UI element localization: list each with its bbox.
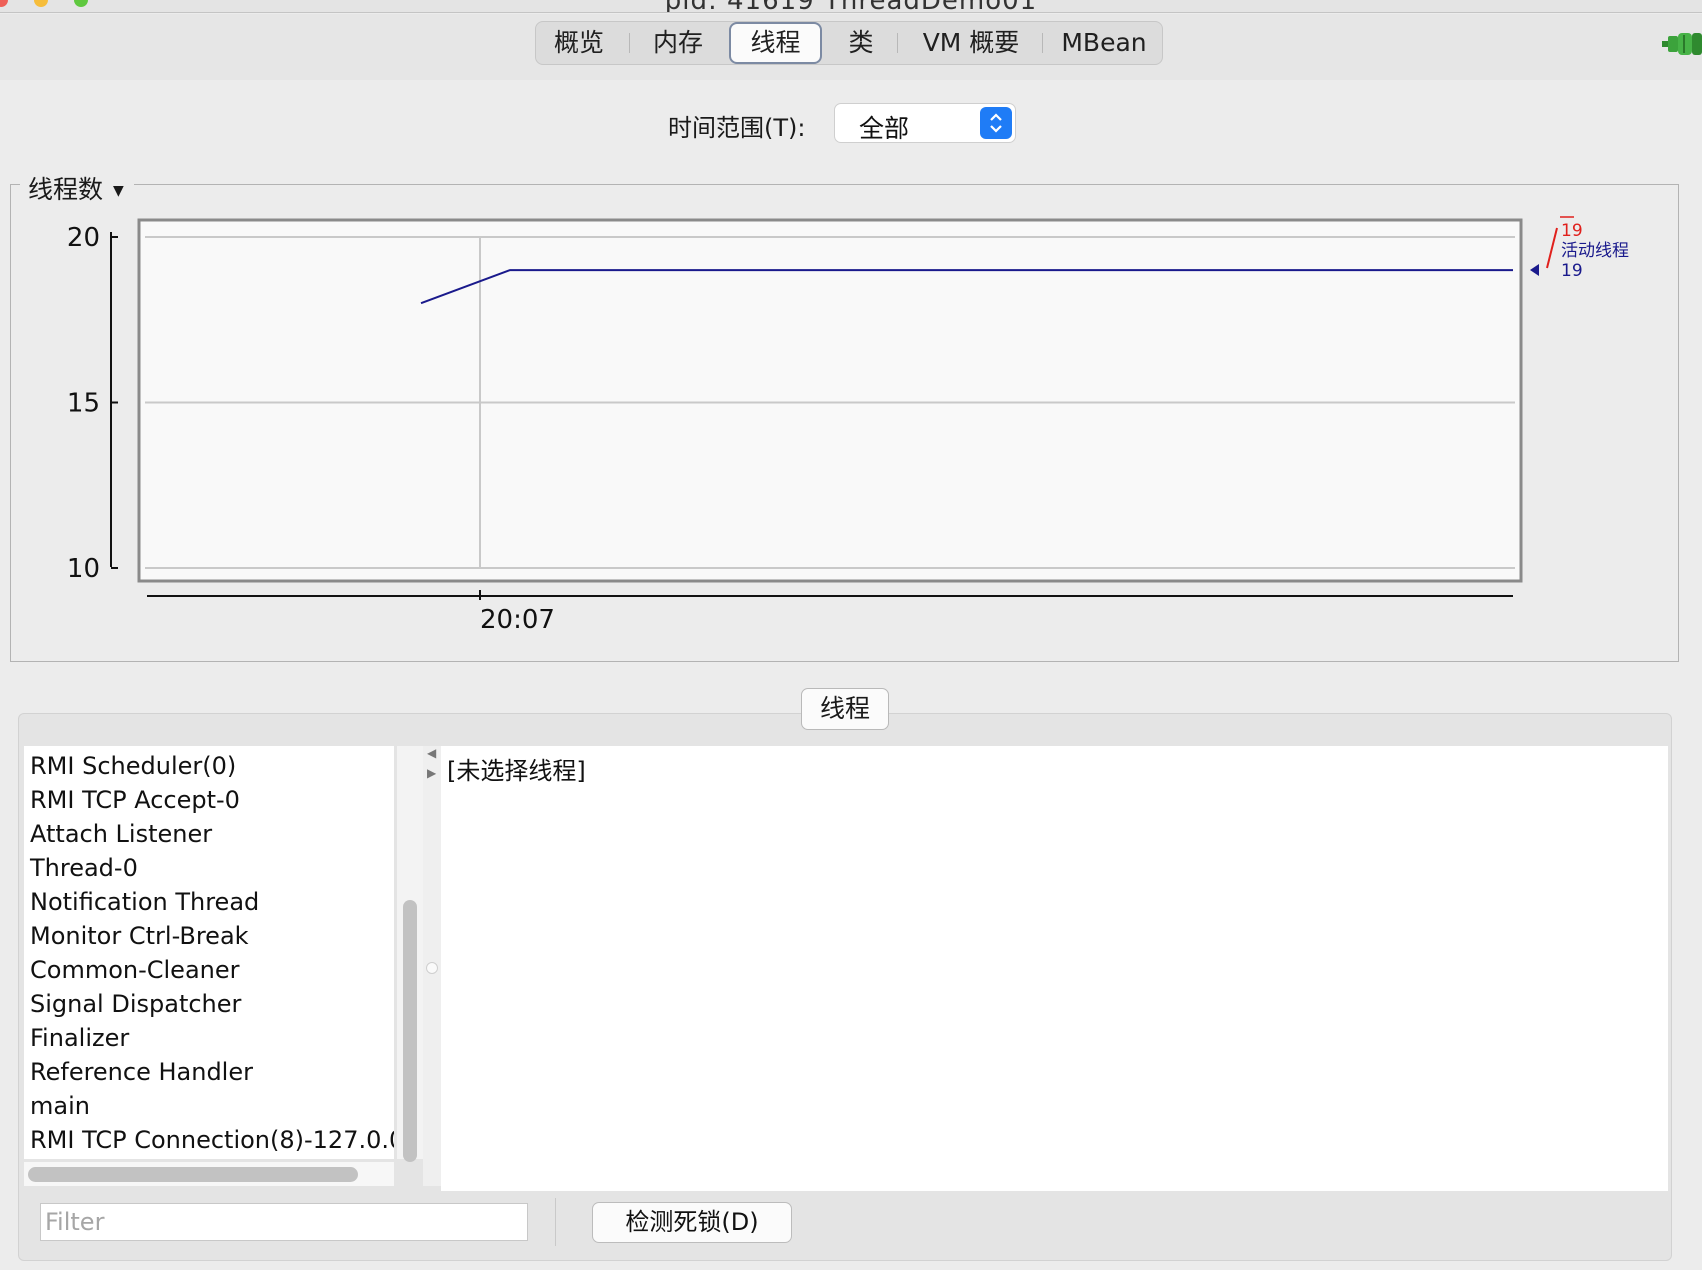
window-title: pid: 41619 ThreadDemo01: [0, 0, 1702, 12]
thread-list-item[interactable]: RMI TCP Connection(8)-127.0.0.1: [24, 1123, 394, 1157]
divider-grip-icon[interactable]: [426, 962, 438, 974]
thread-list-item[interactable]: RMI Scheduler(0): [24, 749, 394, 783]
thread-list-item[interactable]: Notification Thread: [24, 885, 394, 919]
thread-list-item[interactable]: Attach Listener: [24, 817, 394, 851]
thread-list-vertical-scroll-thumb[interactable]: [403, 900, 417, 1162]
thread-list-horizontal-scroll-thumb[interactable]: [28, 1167, 358, 1182]
tab-separator: [897, 33, 898, 53]
thread-list-item[interactable]: Thread-0: [24, 851, 394, 885]
thread-list[interactable]: RMI Scheduler(0) RMI TCP Accept-0 Attach L…: [24, 746, 394, 1159]
chart-selector[interactable]: 线程数 ▼: [20, 170, 134, 206]
tab-separator: [1042, 33, 1043, 53]
thread-list-item[interactable]: RMI TCP Accept-0: [24, 783, 394, 817]
time-range-select[interactable]: 全部: [834, 103, 1016, 143]
chevron-up-down-icon: [980, 107, 1012, 139]
tab-vm-summary[interactable]: VM 概要: [910, 22, 1032, 64]
thread-detail-text: [未选择线程]: [447, 757, 586, 785]
thread-list-item[interactable]: Monitor Ctrl-Break: [24, 919, 394, 953]
tab-threads[interactable]: 线程: [729, 22, 822, 64]
thread-list-item[interactable]: Finalizer: [24, 1021, 394, 1055]
thread-count-chart-panel: [10, 184, 1679, 662]
window-titlebar: pid: 41619 ThreadDemo01: [0, 0, 1702, 13]
tab-overview[interactable]: 概览: [544, 22, 614, 64]
time-range-label: 时间范围(T):: [668, 114, 806, 142]
thread-detail-pane: [未选择线程]: [441, 746, 1668, 1191]
tab-classes[interactable]: 类: [838, 22, 884, 64]
plug-connected-icon[interactable]: [1662, 30, 1702, 58]
detect-deadlock-button[interactable]: 检测死锁(D): [592, 1202, 792, 1243]
caret-down-icon: ▼: [113, 183, 124, 199]
tab-mbean[interactable]: MBean: [1054, 22, 1154, 64]
chart-selector-label: 线程数: [28, 175, 104, 204]
expand-right-icon[interactable]: ▶: [427, 766, 436, 780]
tab-separator: [629, 33, 630, 53]
thread-filter-input[interactable]: [40, 1203, 528, 1241]
thread-list-item[interactable]: Common-Cleaner: [24, 953, 394, 987]
tab-memory[interactable]: 内存: [643, 22, 713, 64]
thread-list-item[interactable]: main: [24, 1089, 394, 1123]
thread-list-item[interactable]: Reference Handler: [24, 1055, 394, 1089]
threads-section-button[interactable]: 线程: [801, 688, 889, 730]
thread-list-item[interactable]: Signal Dispatcher: [24, 987, 394, 1021]
collapse-left-icon[interactable]: ◀: [427, 746, 436, 760]
time-range-value: 全部: [859, 114, 910, 143]
toolbar-separator: [555, 1198, 556, 1246]
